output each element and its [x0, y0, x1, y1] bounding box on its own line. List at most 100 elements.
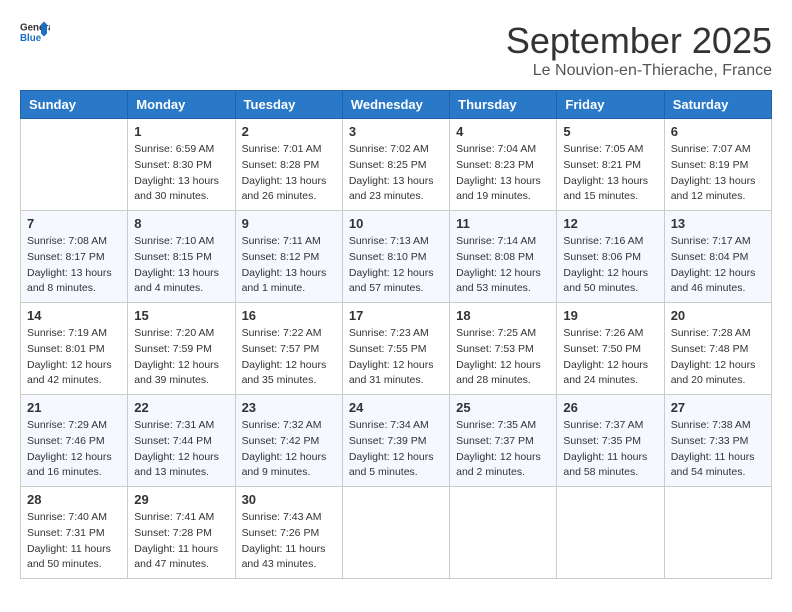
calendar-cell: 24 Sunrise: 7:34 AMSunset: 7:39 PMDayligh…: [342, 395, 449, 487]
calendar-cell: 19 Sunrise: 7:26 AMSunset: 7:50 PMDayligh…: [557, 303, 664, 395]
day-number: 3: [349, 124, 443, 139]
calendar-cell: [21, 119, 128, 211]
calendar-cell: 3 Sunrise: 7:02 AMSunset: 8:25 PMDaylight…: [342, 119, 449, 211]
day-info: Sunrise: 7:22 AMSunset: 7:57 PMDaylight:…: [242, 326, 336, 389]
calendar-cell: 29 Sunrise: 7:41 AMSunset: 7:28 PMDayligh…: [128, 487, 235, 579]
calendar-cell: 4Sunrise: 7:04 AMSunset: 8:23 PMDaylight…: [450, 119, 557, 211]
month-title: September 2025: [506, 20, 772, 62]
day-number: 9: [242, 216, 336, 231]
day-number: 20: [671, 308, 765, 323]
day-info: Sunrise: 7:41 AMSunset: 7:28 PMDaylight:…: [134, 510, 228, 573]
day-info: Sunrise: 7:19 AMSunset: 8:01 PMDaylight:…: [27, 326, 121, 389]
calendar-cell: 26 Sunrise: 7:37 AMSunset: 7:35 PMDayligh…: [557, 395, 664, 487]
day-number: 13: [671, 216, 765, 231]
calendar-cell: [557, 487, 664, 579]
day-info: Sunrise: 7:02 AMSunset: 8:25 PMDaylight:…: [349, 142, 443, 205]
calendar-cell: 25 Sunrise: 7:35 AMSunset: 7:37 PMDayligh…: [450, 395, 557, 487]
calendar-cell: 11 Sunrise: 7:14 AMSunset: 8:08 PMDayligh…: [450, 211, 557, 303]
logo: General Blue: [20, 20, 50, 44]
day-number: 19: [563, 308, 657, 323]
day-number: 22: [134, 400, 228, 415]
calendar-cell: [664, 487, 771, 579]
day-number: 25: [456, 400, 550, 415]
day-number: 18: [456, 308, 550, 323]
day-info: Sunrise: 7:17 AMSunset: 8:04 PMDaylight:…: [671, 234, 765, 297]
day-info: Sunrise: 7:37 AMSunset: 7:35 PMDaylight:…: [563, 418, 657, 481]
day-number: 10: [349, 216, 443, 231]
day-info: Sunrise: 7:10 AMSunset: 8:15 PMDaylight:…: [134, 234, 228, 297]
day-info: Sunrise: 7:34 AMSunset: 7:39 PMDaylight:…: [349, 418, 443, 481]
day-number: 23: [242, 400, 336, 415]
day-number: 11: [456, 216, 550, 231]
calendar-cell: 2 Sunrise: 7:01 AMSunset: 8:28 PMDaylight…: [235, 119, 342, 211]
calendar-cell: 27 Sunrise: 7:38 AMSunset: 7:33 PMDayligh…: [664, 395, 771, 487]
svg-text:Blue: Blue: [20, 33, 42, 44]
calendar-cell: [342, 487, 449, 579]
day-info: Sunrise: 7:26 AMSunset: 7:50 PMDaylight:…: [563, 326, 657, 389]
calendar-cell: 20 Sunrise: 7:28 AMSunset: 7:48 PMDayligh…: [664, 303, 771, 395]
calendar-week-row: 28 Sunrise: 7:40 AMSunset: 7:31 PMDayligh…: [21, 487, 772, 579]
calendar-cell: 8Sunrise: 7:10 AMSunset: 8:15 PMDaylight…: [128, 211, 235, 303]
day-info: Sunrise: 7:28 AMSunset: 7:48 PMDaylight:…: [671, 326, 765, 389]
page-header: General Blue September 2025 Le Nouvion-e…: [20, 20, 772, 80]
day-info: Sunrise: 7:04 AMSunset: 8:23 PMDaylight:…: [456, 142, 550, 205]
day-info: Sunrise: 7:29 AMSunset: 7:46 PMDaylight:…: [27, 418, 121, 481]
calendar-day-header: Thursday: [450, 91, 557, 119]
calendar-cell: 5 Sunrise: 7:05 AMSunset: 8:21 PMDaylight…: [557, 119, 664, 211]
day-info: Sunrise: 7:05 AMSunset: 8:21 PMDaylight:…: [563, 142, 657, 205]
day-info: Sunrise: 7:14 AMSunset: 8:08 PMDaylight:…: [456, 234, 550, 297]
day-number: 6: [671, 124, 765, 139]
day-number: 12: [563, 216, 657, 231]
day-number: 29: [134, 492, 228, 507]
calendar-day-header: Tuesday: [235, 91, 342, 119]
calendar-day-header: Sunday: [21, 91, 128, 119]
calendar-cell: 10 Sunrise: 7:13 AMSunset: 8:10 PMDayligh…: [342, 211, 449, 303]
calendar-header-row: SundayMondayTuesdayWednesdayThursdayFrid…: [21, 91, 772, 119]
calendar-cell: 6 Sunrise: 7:07 AMSunset: 8:19 PMDaylight…: [664, 119, 771, 211]
calendar-cell: 17 Sunrise: 7:23 AMSunset: 7:55 PMDayligh…: [342, 303, 449, 395]
calendar-week-row: 7 Sunrise: 7:08 AMSunset: 8:17 PMDaylight…: [21, 211, 772, 303]
calendar-cell: 30 Sunrise: 7:43 AMSunset: 7:26 PMDayligh…: [235, 487, 342, 579]
calendar-week-row: 14 Sunrise: 7:19 AMSunset: 8:01 PMDayligh…: [21, 303, 772, 395]
calendar-cell: 9 Sunrise: 7:11 AMSunset: 8:12 PMDaylight…: [235, 211, 342, 303]
day-info: Sunrise: 7:20 AMSunset: 7:59 PMDaylight:…: [134, 326, 228, 389]
calendar-day-header: Wednesday: [342, 91, 449, 119]
location-title: Le Nouvion-en-Thierache, France: [506, 62, 772, 80]
calendar-cell: 14 Sunrise: 7:19 AMSunset: 8:01 PMDayligh…: [21, 303, 128, 395]
day-info: Sunrise: 7:16 AMSunset: 8:06 PMDaylight:…: [563, 234, 657, 297]
day-number: 14: [27, 308, 121, 323]
day-number: 7: [27, 216, 121, 231]
day-info: Sunrise: 7:01 AMSunset: 8:28 PMDaylight:…: [242, 142, 336, 205]
day-number: 2: [242, 124, 336, 139]
day-info: Sunrise: 6:59 AMSunset: 8:30 PMDaylight:…: [134, 142, 228, 205]
day-info: Sunrise: 7:13 AMSunset: 8:10 PMDaylight:…: [349, 234, 443, 297]
day-info: Sunrise: 7:35 AMSunset: 7:37 PMDaylight:…: [456, 418, 550, 481]
day-info: Sunrise: 7:08 AMSunset: 8:17 PMDaylight:…: [27, 234, 121, 297]
calendar-cell: 18Sunrise: 7:25 AMSunset: 7:53 PMDayligh…: [450, 303, 557, 395]
day-info: Sunrise: 7:38 AMSunset: 7:33 PMDaylight:…: [671, 418, 765, 481]
calendar-cell: 7 Sunrise: 7:08 AMSunset: 8:17 PMDaylight…: [21, 211, 128, 303]
calendar-cell: 13 Sunrise: 7:17 AMSunset: 8:04 PMDayligh…: [664, 211, 771, 303]
day-info: Sunrise: 7:43 AMSunset: 7:26 PMDaylight:…: [242, 510, 336, 573]
day-info: Sunrise: 7:23 AMSunset: 7:55 PMDaylight:…: [349, 326, 443, 389]
day-number: 1: [134, 124, 228, 139]
day-info: Sunrise: 7:40 AMSunset: 7:31 PMDaylight:…: [27, 510, 121, 573]
calendar-cell: 16Sunrise: 7:22 AMSunset: 7:57 PMDayligh…: [235, 303, 342, 395]
day-number: 17: [349, 308, 443, 323]
calendar-day-header: Friday: [557, 91, 664, 119]
day-number: 24: [349, 400, 443, 415]
day-info: Sunrise: 7:07 AMSunset: 8:19 PMDaylight:…: [671, 142, 765, 205]
calendar-week-row: 21Sunrise: 7:29 AMSunset: 7:46 PMDayligh…: [21, 395, 772, 487]
day-number: 28: [27, 492, 121, 507]
calendar-cell: 12 Sunrise: 7:16 AMSunset: 8:06 PMDayligh…: [557, 211, 664, 303]
calendar-cell: 23 Sunrise: 7:32 AMSunset: 7:42 PMDayligh…: [235, 395, 342, 487]
day-info: Sunrise: 7:11 AMSunset: 8:12 PMDaylight:…: [242, 234, 336, 297]
day-number: 5: [563, 124, 657, 139]
day-number: 26: [563, 400, 657, 415]
day-info: Sunrise: 7:32 AMSunset: 7:42 PMDaylight:…: [242, 418, 336, 481]
day-number: 27: [671, 400, 765, 415]
day-number: 30: [242, 492, 336, 507]
calendar-cell: 15Sunrise: 7:20 AMSunset: 7:59 PMDayligh…: [128, 303, 235, 395]
calendar-cell: 28 Sunrise: 7:40 AMSunset: 7:31 PMDayligh…: [21, 487, 128, 579]
calendar-table: SundayMondayTuesdayWednesdayThursdayFrid…: [20, 90, 772, 579]
